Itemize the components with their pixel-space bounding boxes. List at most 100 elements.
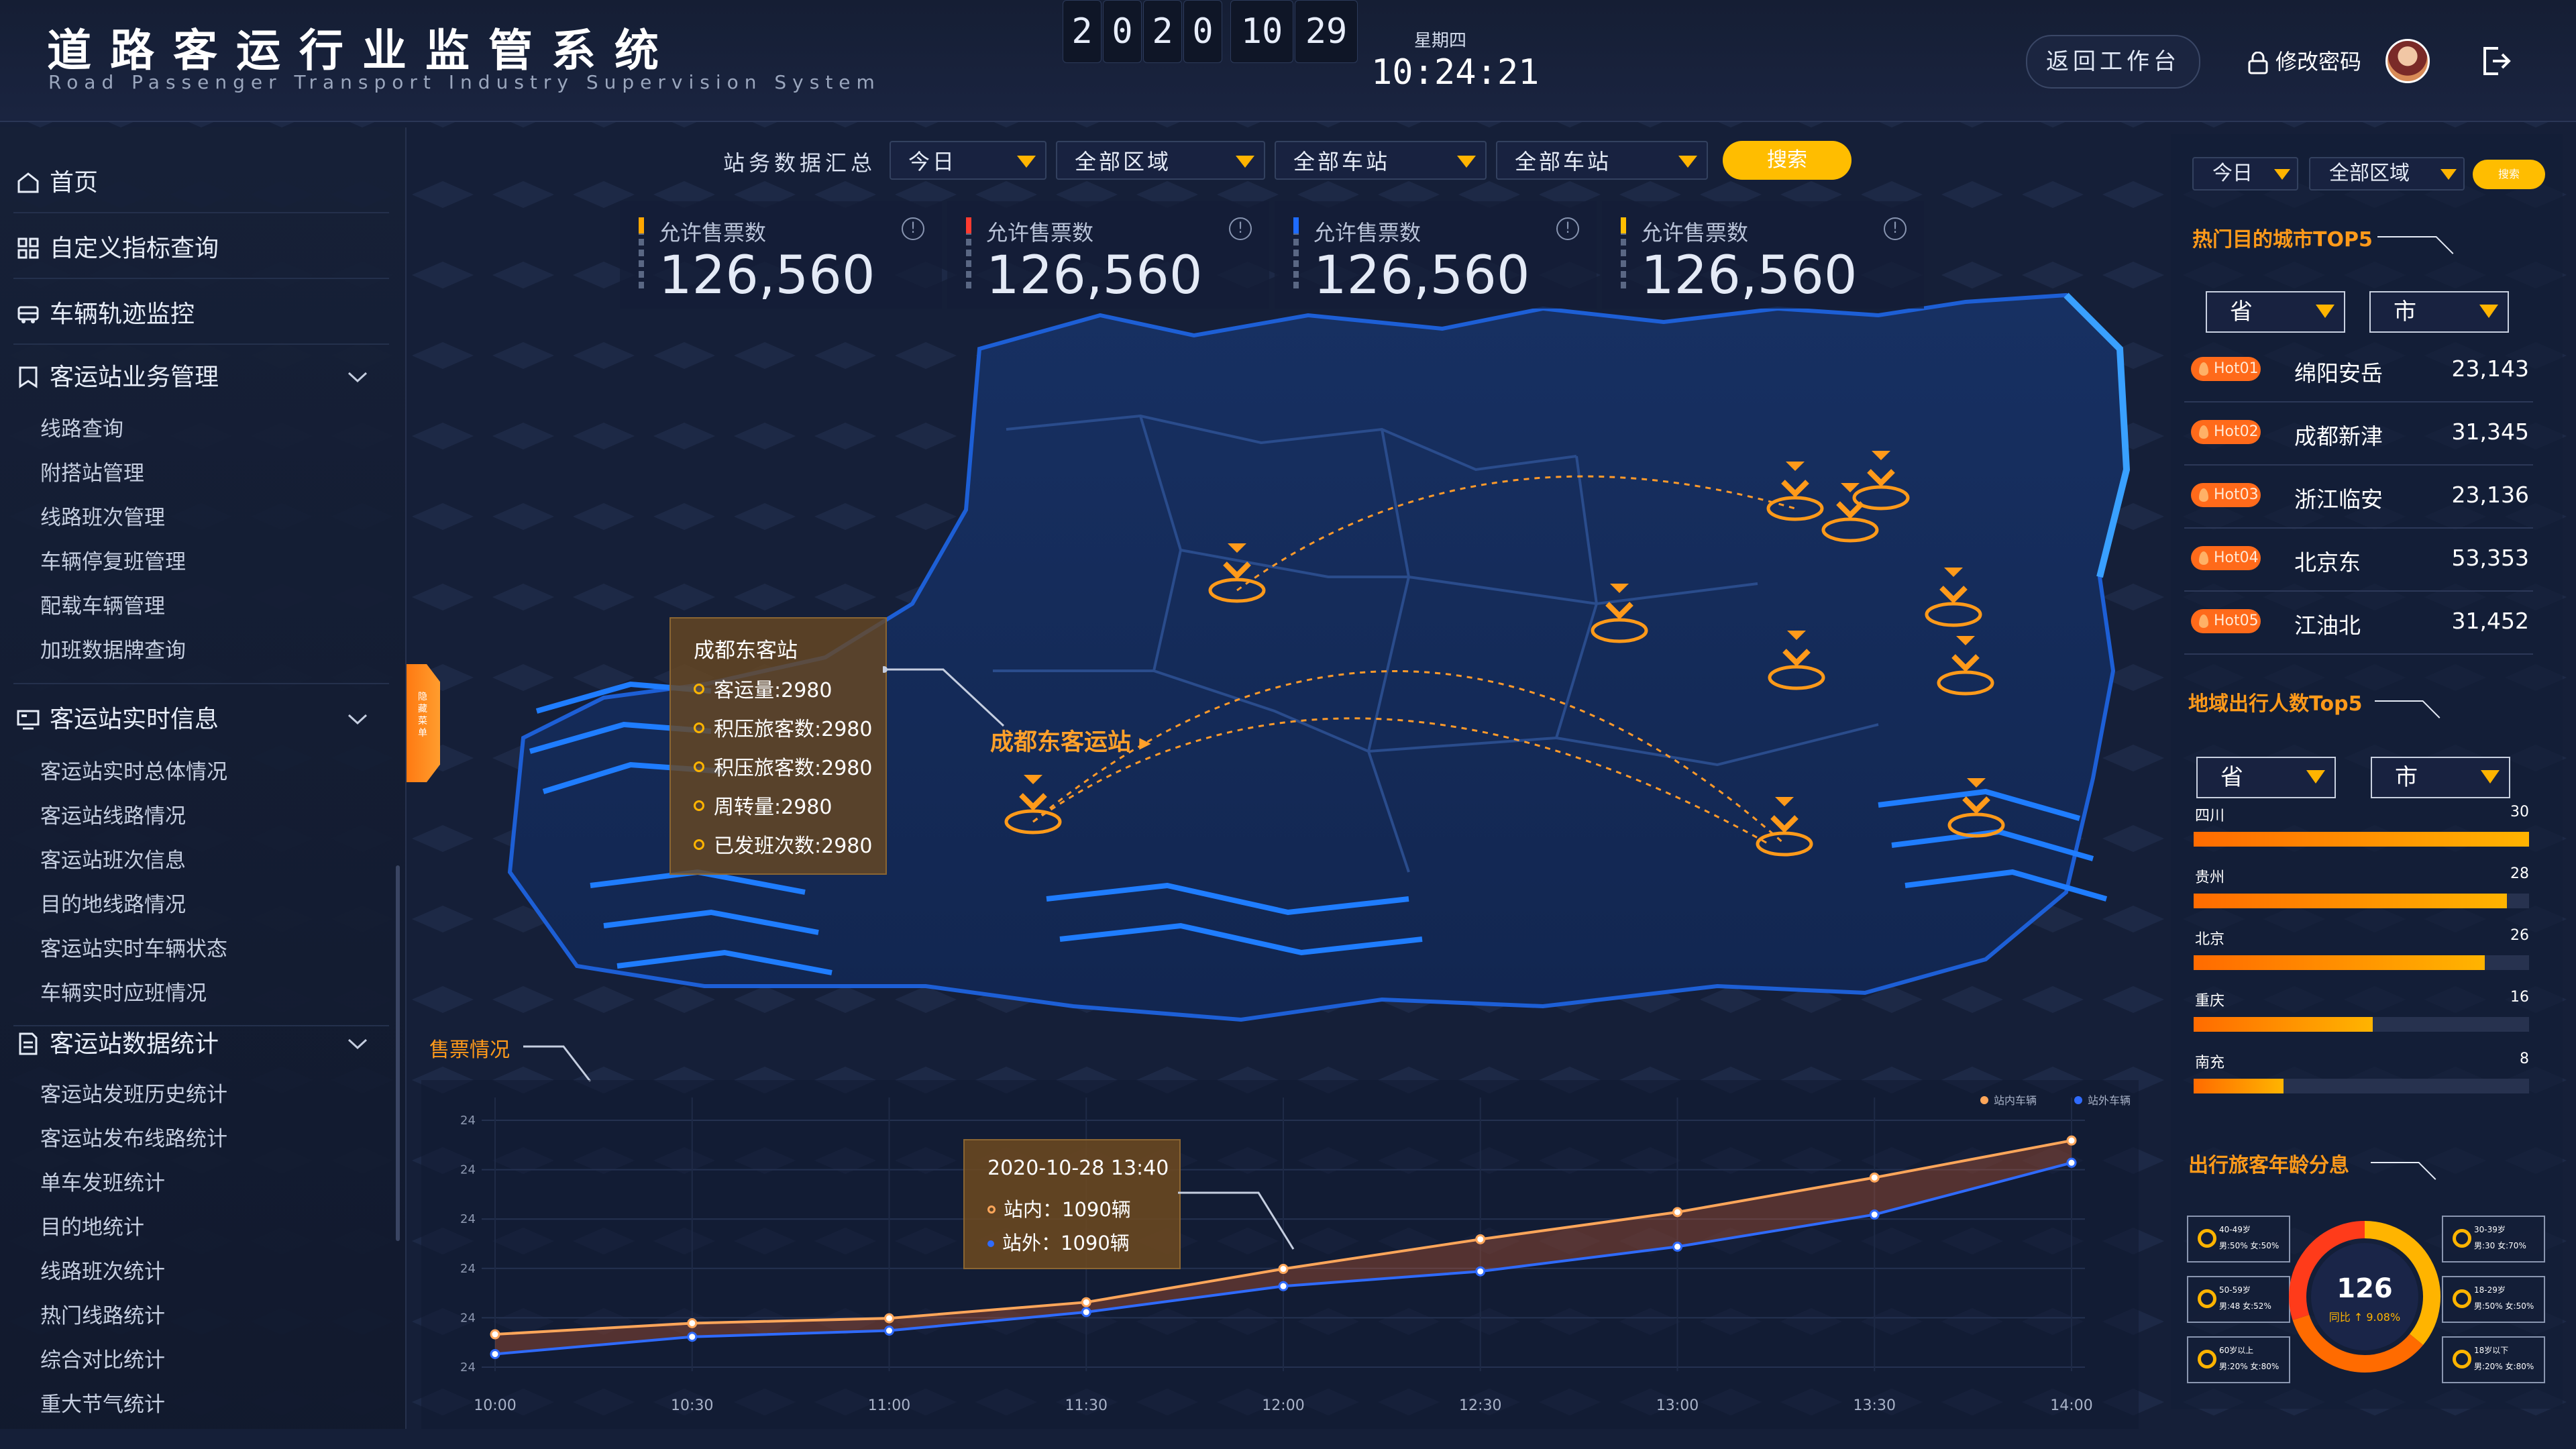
avatar[interactable] xyxy=(2385,39,2430,83)
data-point[interactable] xyxy=(1672,1207,1682,1218)
sidebar-subitem[interactable]: 热门线路统计 xyxy=(40,1299,165,1333)
age-group-card[interactable]: 60岁以上 男:20% 女:80% xyxy=(2187,1336,2290,1383)
search-button[interactable]: 搜索 xyxy=(1723,141,1851,180)
info-icon[interactable]: ! xyxy=(1556,217,1579,240)
sidebar-subitem[interactable]: 客运站发班历史统计 xyxy=(40,1078,227,1112)
data-point[interactable] xyxy=(1081,1307,1091,1318)
info-icon[interactable]: ! xyxy=(1884,217,1907,240)
hot-city-row[interactable]: Hot01 绵阳安岳 23,143 xyxy=(2184,339,2533,402)
sidebar-subitem[interactable]: 线路班次管理 xyxy=(40,501,165,535)
data-point[interactable] xyxy=(1869,1172,1880,1183)
info-icon[interactable]: ! xyxy=(902,217,924,240)
right-search-button[interactable]: 搜索 xyxy=(2473,160,2545,189)
sidebar-group-station-business[interactable]: 客运站业务管理 xyxy=(16,358,219,398)
legend-marker xyxy=(1980,1096,1988,1104)
data-point[interactable] xyxy=(884,1313,894,1324)
data-point[interactable] xyxy=(490,1329,500,1340)
sidebar-subitem[interactable]: 配载车辆管理 xyxy=(40,590,165,623)
x-tick-label: 14:00 xyxy=(2050,1397,2092,1414)
y-tick-label: 24 xyxy=(460,1311,476,1325)
right-date-select[interactable]: 今日 xyxy=(2192,157,2298,191)
station-tooltip-row: 积压旅客数:2980 xyxy=(694,751,872,781)
sidebar-item-home[interactable]: 首页 xyxy=(16,163,98,203)
hot-city-row[interactable]: Hot02 成都新津 31,345 xyxy=(2184,402,2533,466)
return-workbench-button[interactable]: 返回工作台 xyxy=(2026,35,2200,89)
kpi-card: 允许售票数 126,560 ! xyxy=(620,201,942,309)
data-point[interactable] xyxy=(2066,1157,2077,1168)
chevron-down-icon[interactable] xyxy=(346,712,369,727)
data-point[interactable] xyxy=(1278,1264,1289,1275)
sidebar-subitem[interactable]: 客运站发布线路统计 xyxy=(40,1122,227,1156)
sidebar-subitem[interactable]: 线路班次统计 xyxy=(40,1255,165,1289)
date-digit: 0 xyxy=(1183,0,1222,63)
chart-tooltip: 2020-10-28 13:40 站内：1090辆 站外：1090辆 xyxy=(963,1139,1181,1269)
sidebar-subitem[interactable]: 附搭站管理 xyxy=(40,457,144,490)
data-point[interactable] xyxy=(2066,1135,2077,1146)
date-select[interactable]: 今日 xyxy=(890,141,1046,180)
station-select[interactable]: 全部车站 xyxy=(1275,141,1487,180)
hot-city-select[interactable]: 市 xyxy=(2369,291,2509,333)
sidebar-group-station-realtime[interactable]: 客运站实时信息 xyxy=(16,700,219,740)
age-range: 30-39岁 xyxy=(2474,1225,2506,1234)
region-select[interactable]: 全部区域 xyxy=(1056,141,1265,180)
data-point[interactable] xyxy=(1475,1266,1486,1277)
sidebar-item-vehicle-track[interactable]: 车辆轨迹监控 xyxy=(16,294,195,335)
data-point[interactable] xyxy=(1475,1234,1486,1244)
data-point[interactable] xyxy=(687,1332,698,1342)
sidebar-item-custom-index[interactable]: 自定义指标查询 xyxy=(16,229,219,269)
age-group-card[interactable]: 18-29岁 男:50% 女:50% xyxy=(2442,1276,2545,1323)
age-range: 50-59岁 xyxy=(2219,1285,2251,1295)
hot-rank-badge: Hot05 xyxy=(2191,609,2261,633)
sidebar-scrollbar[interactable] xyxy=(396,865,400,1241)
sidebar-subitem[interactable]: 车辆停复班管理 xyxy=(40,545,186,579)
sidebar-subitem[interactable]: 单车发班统计 xyxy=(40,1167,165,1200)
info-icon[interactable]: ! xyxy=(1229,217,1252,240)
data-point[interactable] xyxy=(884,1326,894,1336)
age-group-card[interactable]: 30-39岁 男:30 女:70% xyxy=(2442,1216,2545,1263)
station-map-label[interactable]: 成都东客运站 ▸ xyxy=(990,723,1151,757)
hot-city-name: 绵阳安岳 xyxy=(2294,360,2383,386)
data-point[interactable] xyxy=(687,1318,698,1328)
sidebar-subitem[interactable]: 车辆实时应班情况 xyxy=(40,977,207,1010)
age-detail: 男:50% 女:50% xyxy=(2474,1301,2534,1311)
station-select-2[interactable]: 全部车站 xyxy=(1496,141,1708,180)
right-region-select[interactable]: 全部区域 xyxy=(2309,157,2465,191)
data-point[interactable] xyxy=(1869,1210,1880,1220)
region-city-select[interactable]: 市 xyxy=(2371,757,2510,798)
sidebar-subitem[interactable]: 目的地线路情况 xyxy=(40,888,186,922)
data-point[interactable] xyxy=(1278,1281,1289,1291)
x-tick-label: 12:00 xyxy=(1262,1397,1304,1414)
hot-province-select[interactable]: 省 xyxy=(2206,291,2345,333)
hot-city-row[interactable]: Hot03 浙江临安 23,136 xyxy=(2184,466,2533,529)
y-tick-label: 24 xyxy=(460,1360,476,1375)
collapse-menu-tab[interactable]: 隐藏菜单 xyxy=(407,664,440,782)
age-group-card[interactable]: 50-59岁 男:48 女:52% xyxy=(2187,1276,2290,1323)
logout-icon[interactable] xyxy=(2478,43,2514,79)
sidebar-subitem[interactable]: 线路查询 xyxy=(40,413,123,446)
chevron-down-icon[interactable] xyxy=(346,370,369,385)
age-group-card[interactable]: 18岁以下 男:20% 女:80% xyxy=(2442,1336,2545,1383)
data-point[interactable] xyxy=(1672,1241,1682,1252)
sidebar-subitem[interactable]: 目的地统计 xyxy=(40,1211,144,1244)
sidebar-subitem[interactable]: 客运站实时车辆状态 xyxy=(40,932,227,966)
data-point[interactable] xyxy=(490,1348,500,1359)
region-province-select[interactable]: 省 xyxy=(2196,757,2336,798)
sales-chart[interactable]: 24 24 24 24 24 24 10:00 10:30 11:00 11:30 12:00 12:… xyxy=(421,1080,2139,1429)
sidebar-subitem[interactable]: 加班数据牌查询 xyxy=(40,634,186,667)
sidebar-subitem[interactable]: 客运站线路情况 xyxy=(40,800,186,833)
hot-city-row[interactable]: Hot05 江油北 31,452 xyxy=(2184,592,2533,655)
change-password-button[interactable]: 修改密码 xyxy=(2247,40,2361,83)
sidebar-subitem[interactable]: 客运站实时总体情况 xyxy=(40,755,227,789)
age-group-card[interactable]: 40-49岁 男:50% 女:50% xyxy=(2187,1216,2290,1263)
chevron-down-icon[interactable] xyxy=(346,1037,369,1052)
sidebar-subitem[interactable]: 客运站班次信息 xyxy=(40,844,186,877)
hot-city-row[interactable]: Hot04 北京东 53,353 xyxy=(2184,529,2533,592)
region-value: 8 xyxy=(2520,1051,2529,1067)
sidebar-subitem[interactable]: 重大节气统计 xyxy=(40,1388,165,1421)
data-point[interactable] xyxy=(1081,1297,1091,1307)
select-value: 全部车站 xyxy=(1515,149,1612,174)
sidebar-subitem[interactable]: 综合对比统计 xyxy=(40,1344,165,1377)
sidebar-group-station-statistics[interactable]: 客运站数据统计 xyxy=(16,1024,219,1065)
kpi-value: 126,560 xyxy=(1313,246,1530,306)
home-icon xyxy=(17,172,39,193)
